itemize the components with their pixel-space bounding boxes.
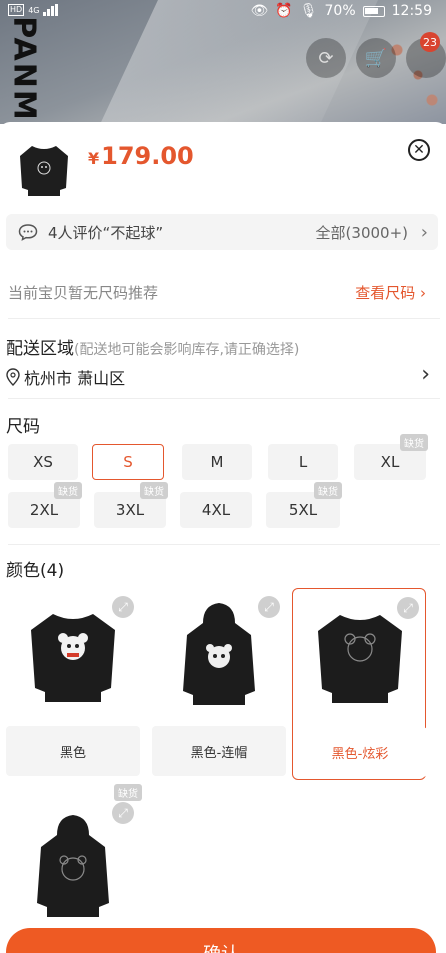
shipping-section-title: 配送区域(配送地可能会影响库存,请正确选择)	[6, 339, 300, 359]
cart-button[interactable]: 🛒	[356, 38, 396, 78]
size-option-5xl[interactable]: 5XL 缺货	[266, 482, 342, 528]
color-label: 黑色	[6, 726, 140, 776]
chat-bubble-icon	[18, 224, 38, 241]
view-size-chart-link[interactable]: 查看尺码 ›	[355, 282, 426, 303]
size-option-xs[interactable]: XS	[8, 444, 78, 480]
color-section-title: 颜色(4)	[6, 561, 65, 581]
chevron-right-icon: ›	[420, 284, 426, 302]
price: ¥179.00	[88, 142, 194, 170]
color-option-black-iridescent[interactable]: ⤢ 黑色-炫彩	[292, 588, 427, 780]
size-option-2xl[interactable]: 2XL 缺货	[8, 482, 82, 528]
product-thumbnail[interactable]	[12, 134, 76, 204]
confirm-button[interactable]: 确认	[6, 928, 436, 953]
status-bar: HD 4G 👁 ⏰ 🎙 70% 12:59	[0, 0, 446, 24]
size-recommend-notice: 当前宝贝暂无尺码推荐	[8, 284, 159, 302]
battery-percent: 70%	[324, 3, 356, 19]
out-of-stock-badge: 缺货	[140, 482, 168, 499]
all-reviews-link[interactable]: 全部(3000+)	[316, 222, 408, 243]
sweater-image	[31, 614, 115, 702]
divider	[8, 318, 440, 319]
divider	[8, 544, 440, 545]
close-icon: ✕	[413, 142, 425, 158]
expand-icon[interactable]: ⤢	[258, 596, 280, 618]
more-button[interactable]: 23	[406, 32, 446, 78]
size-option-s[interactable]: S	[92, 444, 164, 480]
color-option-black[interactable]: ⤢ 黑色	[6, 588, 140, 778]
expand-icon[interactable]: ⤢	[112, 596, 134, 618]
shipping-subtitle: (配送地可能会影响库存,请正确选择)	[74, 342, 300, 358]
address-text: 杭州市 萧山区	[24, 369, 126, 388]
hd-indicator: HD	[8, 4, 25, 16]
network-indicator: 4G	[28, 5, 40, 15]
sku-selector-sheet: ¥179.00 ✕ 4人评价“不起球” 全部(3000+) › 当前宝贝暂无尺码…	[0, 122, 446, 953]
sweater-image	[318, 615, 402, 703]
cart-count-badge: 23	[420, 32, 440, 52]
battery-icon	[362, 5, 385, 17]
share-icon: ⟳	[318, 47, 334, 69]
review-summary[interactable]: 4人评价“不起球” 全部(3000+) ›	[6, 214, 438, 250]
hoodie-image	[183, 603, 255, 705]
size-option-m[interactable]: M	[182, 444, 252, 480]
shipping-address[interactable]: 杭州市 萧山区	[6, 365, 125, 389]
color-label: 黑色-炫彩	[293, 727, 427, 777]
out-of-stock-badge: 缺货	[114, 784, 142, 801]
size-option-xl[interactable]: XL 缺货	[354, 434, 428, 480]
clock: 12:59	[391, 3, 432, 19]
divider	[8, 398, 440, 399]
size-option-l[interactable]: L	[268, 444, 338, 480]
chevron-right-icon: ›	[420, 221, 428, 243]
cart-icon: 🛒	[364, 47, 388, 69]
expand-icon[interactable]: ⤢	[397, 597, 419, 619]
close-button[interactable]: ✕	[408, 139, 430, 161]
signal-icon	[43, 4, 59, 16]
top-actions: ⟳ 🛒 23	[306, 32, 446, 78]
size-option-4xl[interactable]: 4XL	[180, 492, 252, 528]
size-section-title: 尺码	[6, 417, 40, 437]
share-button[interactable]: ⟳	[306, 38, 346, 78]
review-text: 4人评价“不起球”	[48, 223, 164, 242]
mic-icon: 🎙	[299, 3, 318, 19]
out-of-stock-badge: 缺货	[54, 482, 82, 499]
color-option-black-hooded[interactable]: ⤢ 黑色-连帽	[152, 588, 286, 778]
eye-icon: 👁	[250, 3, 269, 19]
expand-icon[interactable]: ⤢	[112, 802, 134, 824]
out-of-stock-badge: 缺货	[400, 434, 428, 451]
price-value: 179.00	[101, 142, 194, 170]
size-option-3xl[interactable]: 3XL 缺货	[94, 482, 168, 528]
currency-symbol: ¥	[88, 149, 100, 168]
location-pin-icon	[6, 368, 20, 386]
brand-logo: PANM	[6, 15, 42, 122]
chevron-right-icon[interactable]: ›	[421, 362, 430, 387]
sweater-image	[20, 146, 68, 196]
alarm-icon: ⏰	[275, 3, 293, 19]
hoodie-image	[37, 815, 109, 917]
color-label: 黑色-连帽	[152, 726, 286, 776]
out-of-stock-badge: 缺货	[314, 482, 342, 499]
